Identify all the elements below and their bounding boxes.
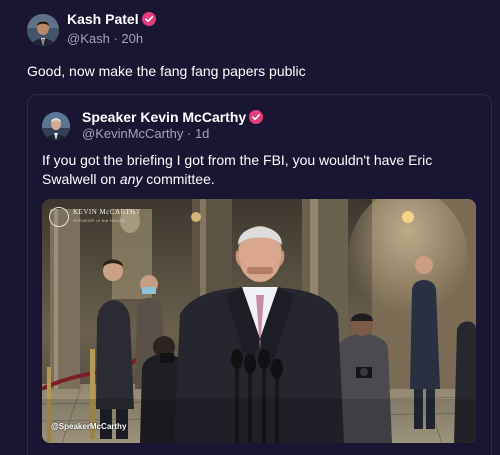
quoted-author-avatar[interactable] <box>42 112 70 140</box>
author-avatar[interactable] <box>27 14 59 46</box>
meta-separator: · <box>113 31 118 46</box>
author-meta: @Kash · 20h <box>67 31 143 47</box>
quoted-author-name-text[interactable]: Speaker Kevin McCarthy <box>82 109 246 125</box>
author-name-text[interactable]: Kash Patel <box>67 11 139 27</box>
quoted-text-start: If you got the briefing I got from the F… <box>42 152 433 187</box>
quoted-post-text: If you got the briefing I got from the F… <box>42 151 462 189</box>
speaker-seal-icon <box>49 207 69 227</box>
quoted-text-emphasis: any <box>119 171 143 187</box>
post-text: Good, now make the fang fang papers publ… <box>27 63 306 79</box>
post-timestamp[interactable]: 20h <box>121 31 143 46</box>
quoted-post-timestamp[interactable]: 1d <box>195 126 209 141</box>
post-card[interactable]: Kash Patel @Kash · 20h Good, now make th… <box>0 0 500 455</box>
verified-badge-icon <box>249 110 264 124</box>
watermark-subtitle: SPEAKER of the HOUSE <box>73 218 127 223</box>
press-conference-photo <box>42 199 476 443</box>
image-credit: @SpeakerMcCarthy <box>51 422 127 431</box>
author-handle[interactable]: @Kash <box>67 31 110 46</box>
meta-separator: · <box>186 126 192 141</box>
quoted-post-image[interactable]: KEVIN McCARTHY SPEAKER of the HOUSE @Spe… <box>42 199 476 443</box>
verified-badge-icon <box>141 12 156 26</box>
quoted-author-handle[interactable]: @KevinMcCarthy <box>82 126 183 141</box>
quoted-text-end: committee. <box>142 171 215 187</box>
author-name[interactable]: Kash Patel <box>67 10 156 28</box>
watermark-title: KEVIN McCARTHY <box>73 208 142 216</box>
quoted-author-name[interactable]: Speaker Kevin McCarthy <box>82 108 264 126</box>
quoted-author-meta: @KevinMcCarthy · 1d <box>82 126 209 142</box>
